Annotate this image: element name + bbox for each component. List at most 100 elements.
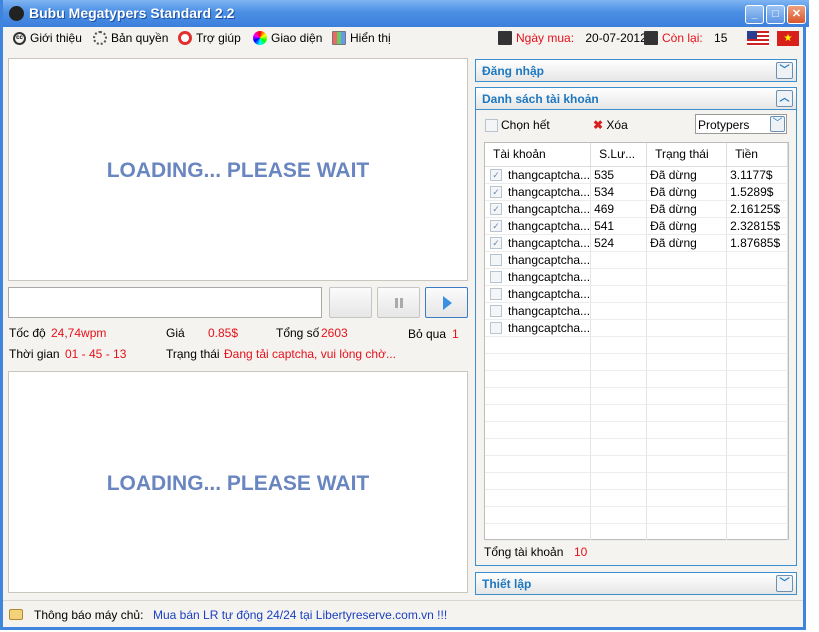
empty-row bbox=[485, 336, 788, 354]
login-header-label: Đăng nhập bbox=[482, 64, 544, 78]
menu-tro-giup[interactable]: Trợ giúp bbox=[178, 31, 241, 45]
maximize-button[interactable]: □ bbox=[766, 5, 785, 24]
speed-value: 24,74wpm bbox=[51, 326, 107, 340]
blank-button[interactable] bbox=[329, 287, 372, 318]
account-name: thangcaptcha... bbox=[508, 303, 591, 318]
count-cell bbox=[590, 251, 648, 269]
row-checkbox[interactable]: ✓ bbox=[490, 203, 502, 216]
menu-gioi-thieu[interactable]: cc Giới thiệu bbox=[13, 31, 82, 45]
status-cell bbox=[646, 302, 728, 320]
captcha-image-top: LOADING... PLEASE WAIT bbox=[8, 58, 468, 281]
chevron-up-icon[interactable]: ︿ bbox=[776, 90, 793, 107]
menu-label: Giao diện bbox=[271, 31, 323, 45]
settings-section-header[interactable]: Thiết lập ﹀ bbox=[475, 572, 797, 595]
table-row[interactable]: ✓ thangcaptcha... 534 Đã dừng 1.5289$ bbox=[485, 183, 788, 201]
table-row[interactable]: ✓ thangcaptcha... 469 Đã dừng 2.16125$ bbox=[485, 200, 788, 218]
row-checkbox[interactable] bbox=[490, 271, 502, 284]
total-accounts-value: 10 bbox=[574, 545, 588, 559]
table-row[interactable]: ✓ thangcaptcha... 524 Đã dừng 1.87685$ bbox=[485, 234, 788, 252]
delete-x-icon: ✖ bbox=[593, 118, 604, 132]
menu-giao-dien[interactable]: Giao diện bbox=[253, 31, 322, 45]
account-name: thangcaptcha... bbox=[508, 218, 591, 233]
accounts-section-header[interactable]: Danh sách tài khoản ︿ bbox=[475, 87, 797, 110]
server-notice-label: Thông báo máy chủ: bbox=[34, 608, 144, 622]
empty-row bbox=[485, 404, 788, 422]
title-bar[interactable]: Bubu Megatypers Standard 2.2 _ □ ✕ bbox=[3, 0, 809, 27]
menu-label: Bản quyền bbox=[111, 31, 169, 45]
service-select[interactable]: Protypers ﹀ bbox=[695, 114, 787, 134]
empty-row bbox=[485, 438, 788, 456]
time-value: 01 - 45 - 13 bbox=[65, 347, 127, 361]
account-name: thangcaptcha... bbox=[508, 184, 591, 199]
play-icon bbox=[443, 296, 452, 310]
color-wheel-icon bbox=[253, 31, 267, 45]
empty-row bbox=[485, 506, 788, 524]
english-flag-button[interactable] bbox=[747, 31, 769, 46]
row-checkbox[interactable] bbox=[490, 288, 502, 301]
play-button[interactable] bbox=[425, 287, 468, 318]
select-all-checkbox[interactable]: Chọn hết bbox=[485, 118, 550, 133]
table-row[interactable]: thangcaptcha... bbox=[485, 268, 788, 286]
remaining-label: Còn lại: bbox=[662, 31, 703, 45]
message-icon bbox=[9, 609, 23, 620]
row-checkbox[interactable]: ✓ bbox=[490, 237, 502, 250]
select-all-label: Chọn hết bbox=[501, 118, 550, 132]
empty-row bbox=[485, 421, 788, 439]
count-cell: 535 bbox=[590, 166, 648, 184]
table-row[interactable]: thangcaptcha... bbox=[485, 302, 788, 320]
empty-row bbox=[485, 455, 788, 473]
minimize-button[interactable]: _ bbox=[745, 5, 764, 24]
empty-row bbox=[485, 387, 788, 405]
server-notice-message[interactable]: Mua bán LR tự động 24/24 tại Libertyrese… bbox=[153, 608, 447, 622]
lifebuoy-icon bbox=[178, 31, 192, 45]
checkbox[interactable] bbox=[485, 119, 498, 133]
account-name: thangcaptcha... bbox=[508, 269, 591, 284]
captcha-input[interactable] bbox=[8, 287, 322, 318]
empty-row bbox=[485, 472, 788, 490]
footer-divider bbox=[3, 600, 803, 601]
window-title: Bubu Megatypers Standard 2.2 bbox=[29, 5, 235, 21]
row-checkbox[interactable]: ✓ bbox=[490, 169, 502, 182]
table-row[interactable]: ✓ thangcaptcha... 541 Đã dừng 2.32815$ bbox=[485, 217, 788, 235]
column-money[interactable]: Tiền bbox=[726, 143, 788, 167]
chevron-down-icon[interactable]: ﹀ bbox=[776, 62, 793, 79]
chevron-down-icon[interactable]: ﹀ bbox=[776, 575, 793, 592]
price-label: Giá bbox=[166, 326, 185, 340]
table-row[interactable]: thangcaptcha... bbox=[485, 285, 788, 303]
column-count[interactable]: S.Lư... bbox=[590, 143, 648, 167]
delete-button[interactable]: ✖ Xóa bbox=[593, 118, 628, 132]
speed-label: Tốc độ bbox=[9, 326, 46, 340]
column-account[interactable]: Tài khoản bbox=[485, 143, 592, 167]
close-button[interactable]: ✕ bbox=[787, 5, 806, 24]
account-cell: thangcaptcha... bbox=[485, 302, 592, 320]
table-row[interactable]: thangcaptcha... bbox=[485, 251, 788, 269]
count-cell bbox=[590, 285, 648, 303]
purchase-date: Ngày mua: 20-07-2012 bbox=[498, 31, 647, 45]
row-checkbox[interactable] bbox=[490, 322, 502, 335]
pause-icon bbox=[400, 298, 403, 308]
account-name: thangcaptcha... bbox=[508, 167, 591, 182]
account-name: thangcaptcha... bbox=[508, 201, 591, 216]
row-checkbox[interactable]: ✓ bbox=[490, 220, 502, 233]
calendar-icon bbox=[498, 31, 512, 45]
row-checkbox[interactable] bbox=[490, 305, 502, 318]
menu-ban-quyen[interactable]: Bản quyền bbox=[93, 31, 168, 45]
status-label: Trạng thái bbox=[166, 347, 220, 361]
vietnamese-flag-button[interactable]: ★ bbox=[777, 31, 799, 46]
table-row[interactable]: thangcaptcha... bbox=[485, 319, 788, 337]
app-icon bbox=[9, 6, 24, 21]
column-status[interactable]: Trạng thái bbox=[646, 143, 728, 167]
total-label: Tổng số bbox=[276, 326, 320, 340]
chevron-down-icon: ﹀ bbox=[770, 116, 785, 132]
account-cell: ✓ thangcaptcha... bbox=[485, 217, 592, 235]
menu-hien-thi[interactable]: Hiển thị bbox=[332, 31, 391, 45]
table-row[interactable]: ✓ thangcaptcha... 535 Đã dừng 3.1177$ bbox=[485, 166, 788, 184]
count-cell: 534 bbox=[590, 183, 648, 201]
skip-label: Bỏ qua bbox=[408, 327, 447, 341]
money-cell bbox=[726, 285, 788, 303]
row-checkbox[interactable] bbox=[490, 254, 502, 267]
cc-icon: cc bbox=[13, 31, 26, 45]
row-checkbox[interactable]: ✓ bbox=[490, 186, 502, 199]
login-section-header[interactable]: Đăng nhập ﹀ bbox=[475, 59, 797, 82]
pause-button[interactable] bbox=[377, 287, 420, 318]
